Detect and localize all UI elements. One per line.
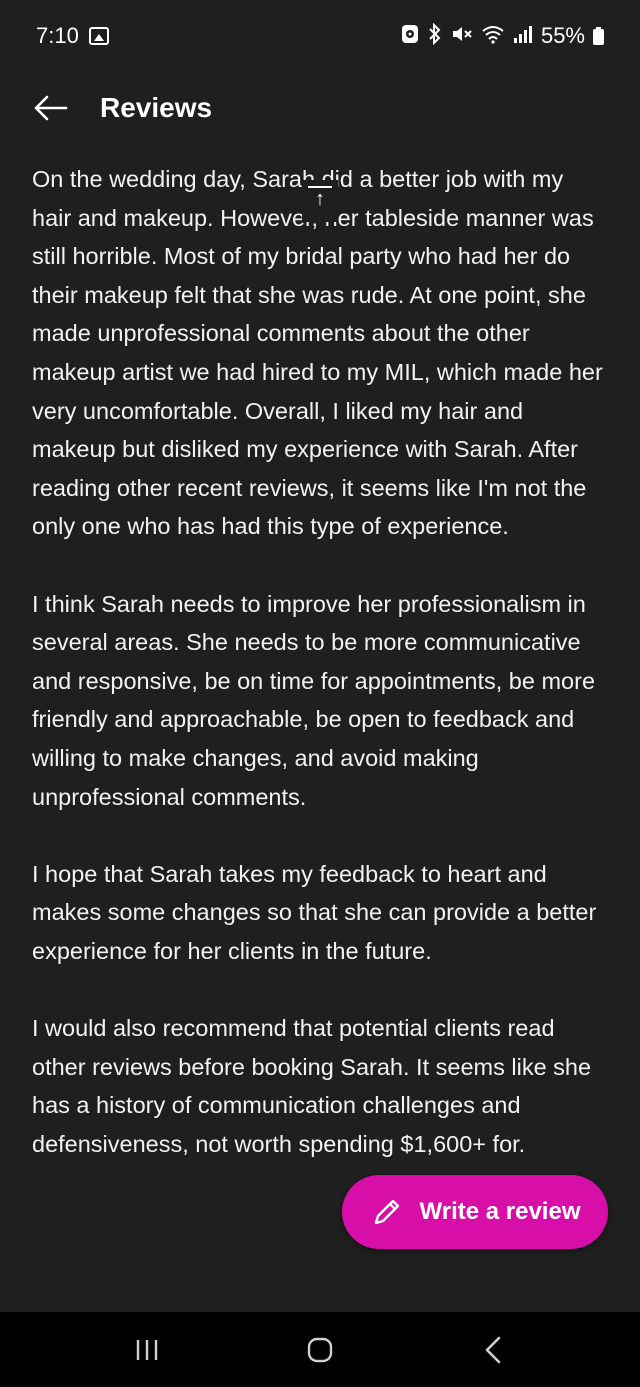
recent-apps-icon [136, 1339, 157, 1360]
review-body: On the wedding day, Sarah did a better j… [32, 160, 608, 1202]
data-saver-icon [401, 24, 419, 48]
mute-icon [451, 24, 473, 48]
chevron-left-icon [486, 1336, 501, 1363]
scroll-to-top-button[interactable]: ↑ [302, 180, 338, 222]
system-nav-bar [0, 1312, 640, 1387]
image-icon [88, 27, 109, 45]
back-button[interactable] [30, 88, 70, 128]
write-review-label: Write a review [419, 1198, 581, 1225]
review-paragraph: I would also recommend that potential cl… [32, 1015, 592, 1157]
system-back-button[interactable] [463, 1320, 523, 1380]
battery-icon [593, 27, 604, 45]
signal-icon [513, 24, 533, 48]
page-title: Reviews [100, 92, 213, 123]
app-header: Reviews [0, 72, 640, 144]
status-right: 55% [401, 22, 604, 49]
review-paragraph: I hope that Sarah takes my feedback to h… [32, 860, 597, 964]
home-icon [307, 1337, 333, 1362]
battery-percent: 55% [540, 23, 585, 48]
bluetooth-icon [427, 22, 443, 49]
home-button[interactable] [290, 1320, 350, 1380]
write-review-button[interactable]: Write a review [342, 1175, 608, 1249]
status-bar: 7:10 55% [0, 0, 640, 72]
arrow-left-icon [34, 95, 68, 121]
review-paragraph: I think Sarah needs to improve her profe… [32, 590, 596, 810]
status-left: 7:10 [36, 23, 109, 49]
arrow-up-icon: ↑ [315, 188, 325, 210]
status-time: 7:10 [36, 23, 79, 48]
recent-apps-button[interactable] [117, 1320, 177, 1380]
wifi-icon [481, 24, 505, 48]
pencil-icon [374, 1199, 399, 1225]
